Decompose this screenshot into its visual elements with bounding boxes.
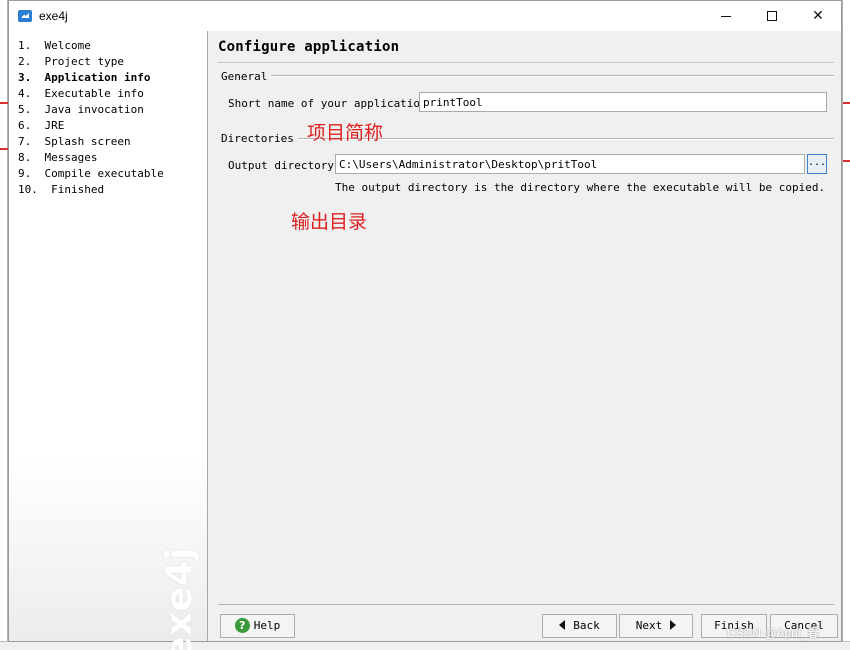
step-java-invocation[interactable]: 5. Java invocation — [18, 103, 144, 116]
window-title: exe4j — [39, 9, 68, 23]
step-jre[interactable]: 6. JRE — [18, 119, 64, 132]
close-button[interactable]: ✕ — [795, 1, 841, 31]
browse-button[interactable]: ... — [807, 154, 827, 174]
background-window-left — [0, 0, 8, 650]
page-title: Configure application — [218, 39, 400, 55]
background-taskbar — [0, 641, 850, 650]
next-button[interactable]: Next — [619, 614, 693, 638]
output-directory-input[interactable]: C:\Users\Administrator\Desktop\pritTool — [335, 154, 805, 174]
arrow-left-icon — [559, 620, 566, 630]
short-name-annotation: 项目简称 — [307, 122, 384, 144]
general-section-line — [221, 75, 834, 77]
directories-section-label: Directories — [221, 132, 298, 145]
step-project-type[interactable]: 2. Project type — [18, 55, 124, 68]
next-button-label: Next — [635, 619, 663, 632]
short-name-label: Short name of your application: — [228, 97, 434, 110]
exe4j-watermark: exe4j — [159, 546, 200, 650]
output-directory-annotation: 输出目录 — [291, 211, 368, 233]
help-button[interactable]: ? Help — [220, 614, 295, 638]
step-application-info[interactable]: 3. Application info — [18, 71, 150, 84]
background-divider — [843, 102, 850, 104]
help-button-label: Help — [253, 619, 281, 632]
short-name-input[interactable]: printTool — [419, 92, 827, 112]
maximize-icon — [767, 11, 777, 21]
main-content: Configure application General Short name… — [209, 31, 841, 641]
output-directory-hint: The output directory is the directory wh… — [335, 181, 826, 194]
title-bar: exe4j ✕ — [9, 1, 841, 31]
background-divider — [843, 160, 850, 162]
step-finished[interactable]: 10. Finished — [18, 183, 104, 196]
close-icon: ✕ — [812, 8, 824, 24]
wizard-steps-panel: 1. Welcome 2. Project type 3. Applicatio… — [9, 31, 208, 650]
output-directory-label: Output directory: — [228, 159, 341, 172]
arrow-right-icon — [670, 620, 677, 630]
background-divider — [0, 102, 8, 104]
exe4j-window: exe4j ✕ 1. Welcome 2. Project type 3. Ap… — [8, 0, 842, 650]
maximize-button[interactable] — [749, 1, 795, 31]
step-executable-info[interactable]: 4. Executable info — [18, 87, 144, 100]
minimize-icon — [721, 15, 731, 17]
step-welcome[interactable]: 1. Welcome — [18, 39, 91, 52]
button-bar-divider — [218, 604, 834, 605]
background-divider — [0, 148, 8, 150]
step-compile-executable[interactable]: 9. Compile executable — [18, 167, 164, 180]
minimize-button[interactable] — [703, 1, 749, 31]
general-section-label: General — [221, 70, 272, 83]
back-button-label: Back — [573, 619, 600, 632]
step-splash-screen[interactable]: 7. Splash screen — [18, 135, 131, 148]
step-messages[interactable]: 8. Messages — [18, 151, 97, 164]
back-button[interactable]: Back — [542, 614, 617, 638]
background-window-right — [842, 0, 850, 650]
help-icon: ? — [234, 617, 250, 633]
title-divider — [218, 62, 834, 63]
csdn-watermark: CSDN @April_春 — [727, 626, 820, 640]
app-icon — [18, 10, 32, 22]
